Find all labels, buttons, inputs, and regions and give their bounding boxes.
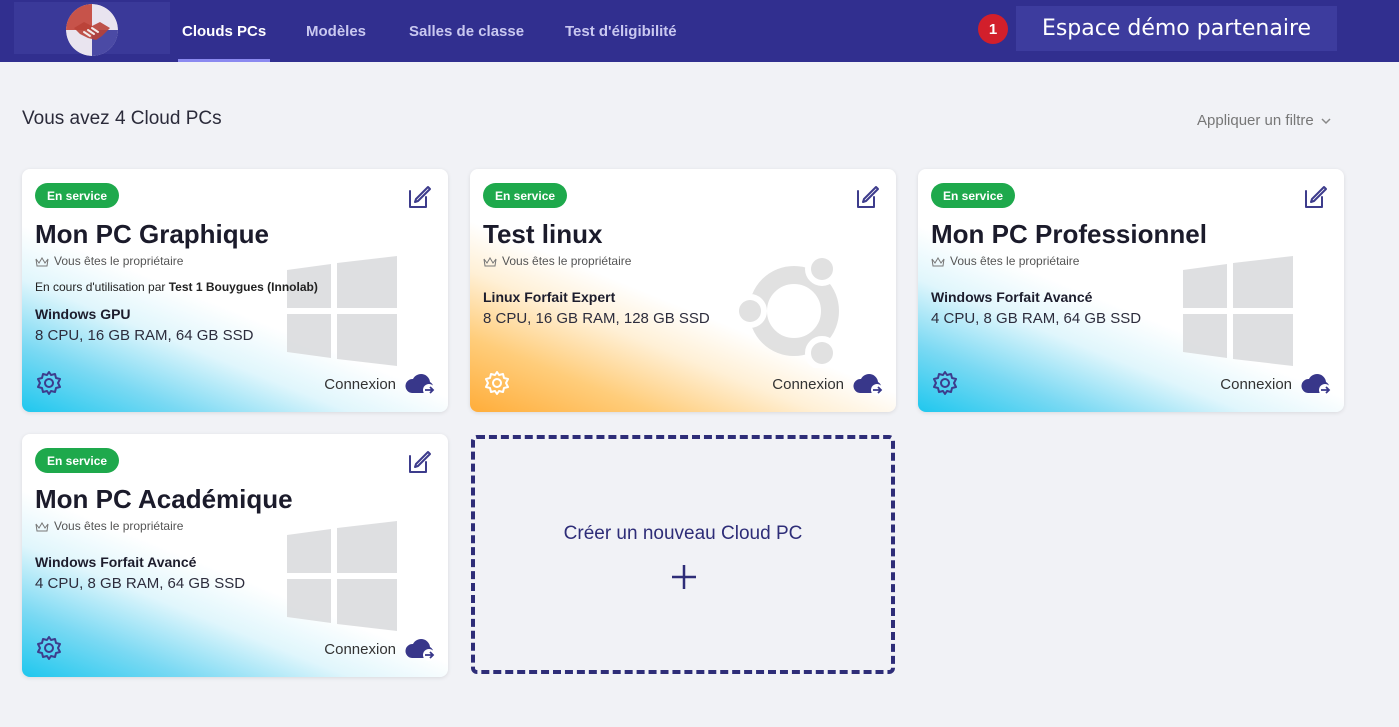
connect-button[interactable]: Connexion — [324, 636, 436, 662]
owner-label: Vous êtes le propriétaire — [950, 254, 1080, 268]
owner-info: Vous êtes le propriétaire — [35, 254, 183, 268]
pc-name: Test linux — [483, 219, 603, 249]
plan-name: Windows GPU — [35, 306, 131, 322]
tab-label: Test d'éligibilité — [565, 22, 677, 40]
usage-prefix: En cours d'utilisation par — [35, 280, 169, 294]
pc-name: Mon PC Académique — [35, 484, 293, 514]
create-cloud-pc-button[interactable]: Créer un nouveau Cloud PC — [471, 435, 895, 674]
plan-name: Windows Forfait Avancé — [35, 554, 197, 570]
notification-badge[interactable]: 1 — [978, 14, 1008, 44]
tab-salles-de-classe[interactable]: Salles de classe — [409, 0, 524, 62]
create-label: Créer un nouveau Cloud PC — [563, 523, 803, 544]
crown-icon — [35, 521, 49, 531]
owner-label: Vous êtes le propriétaire — [54, 254, 184, 268]
tab-label: Modèles — [306, 22, 367, 40]
ubuntu-icon — [733, 253, 839, 368]
windows-icon — [1183, 256, 1293, 366]
windows-icon — [287, 521, 397, 631]
connect-label: Connexion — [772, 375, 844, 393]
status-badge: En service — [483, 183, 568, 208]
handshake-logo-icon — [66, 4, 118, 56]
cloud-pc-count: Vous avez 4 Cloud PCs — [22, 108, 222, 129]
connect-button[interactable]: Connexion — [772, 371, 884, 397]
owner-label: Vous êtes le propriétaire — [502, 254, 632, 268]
cloud-pc-card: En service Mon PC Graphique Vous êtes le… — [22, 169, 448, 412]
windows-icon — [287, 256, 397, 366]
usage-user: Test 1 Bouygues (Innolab) — [168, 280, 318, 294]
status-badge: En service — [35, 448, 120, 473]
pc-name: Mon PC Professionnel — [931, 219, 1207, 249]
owner-info: Vous êtes le propriétaire — [483, 254, 631, 268]
spec-text: 8 CPU, 16 GB RAM, 128 GB SSD — [483, 310, 710, 327]
spec-text: 4 CPU, 8 GB RAM, 64 GB SSD — [931, 310, 1142, 327]
connect-label: Connexion — [1220, 375, 1292, 393]
connect-label: Connexion — [324, 375, 396, 393]
plan-name: Windows Forfait Avancé — [931, 289, 1093, 305]
crown-icon — [35, 256, 49, 266]
edit-icon[interactable] — [1302, 183, 1330, 211]
spec-text: 4 CPU, 8 GB RAM, 64 GB SSD — [35, 575, 246, 592]
cloud-connect-icon — [1301, 374, 1331, 396]
connect-label: Connexion — [324, 640, 396, 658]
gear-icon[interactable] — [484, 370, 510, 396]
crown-icon — [931, 256, 945, 266]
usage-info: En cours d'utilisation par Test 1 Bouygu… — [35, 280, 318, 294]
edit-icon[interactable] — [406, 183, 434, 211]
spec-text: 8 CPU, 16 GB RAM, 64 GB SSD — [35, 327, 254, 344]
tab-modeles[interactable]: Modèles — [306, 0, 366, 62]
top-navigation-bar: Clouds PCs Modèles Salles de classe Test… — [0, 0, 1399, 62]
owner-info: Vous êtes le propriétaire — [35, 519, 183, 533]
plus-icon — [672, 565, 696, 589]
owner-label: Vous êtes le propriétaire — [54, 519, 184, 533]
cloud-pc-card: En service Mon PC Professionnel Vous ête… — [918, 169, 1344, 412]
gear-icon[interactable] — [36, 370, 62, 396]
gear-icon[interactable] — [36, 635, 62, 661]
status-badge: En service — [35, 183, 120, 208]
tab-label: Clouds PCs — [182, 22, 267, 40]
connect-button[interactable]: Connexion — [1220, 371, 1332, 397]
cloud-connect-icon — [853, 374, 883, 396]
filter-label: Appliquer un filtre — [1197, 112, 1314, 129]
filter-dropdown[interactable]: Appliquer un filtre — [1197, 112, 1332, 129]
owner-info: Vous êtes le propriétaire — [931, 254, 1079, 268]
plan-name: Linux Forfait Expert — [483, 289, 616, 305]
chevron-down-icon — [1321, 117, 1331, 124]
tab-clouds-pcs[interactable]: Clouds PCs — [177, 0, 271, 62]
cloud-pc-card: En service Mon PC Académique Vous êtes l… — [22, 434, 448, 677]
gear-icon[interactable] — [932, 370, 958, 396]
brand-logo[interactable] — [66, 4, 118, 56]
crown-icon — [483, 256, 497, 266]
tab-test-eligibilite[interactable]: Test d'éligibilité — [565, 0, 677, 62]
tab-label: Salles de classe — [409, 22, 525, 40]
cloud-pc-card: En service Test linux Vous êtes le propr… — [470, 169, 896, 412]
status-badge: En service — [931, 183, 1016, 208]
partner-space-button[interactable]: Espace démo partenaire — [1016, 6, 1337, 51]
edit-icon[interactable] — [854, 183, 882, 211]
cloud-connect-icon — [405, 639, 435, 661]
edit-icon[interactable] — [406, 448, 434, 476]
cloud-connect-icon — [405, 374, 435, 396]
connect-button[interactable]: Connexion — [324, 371, 436, 397]
pc-name: Mon PC Graphique — [35, 219, 269, 249]
